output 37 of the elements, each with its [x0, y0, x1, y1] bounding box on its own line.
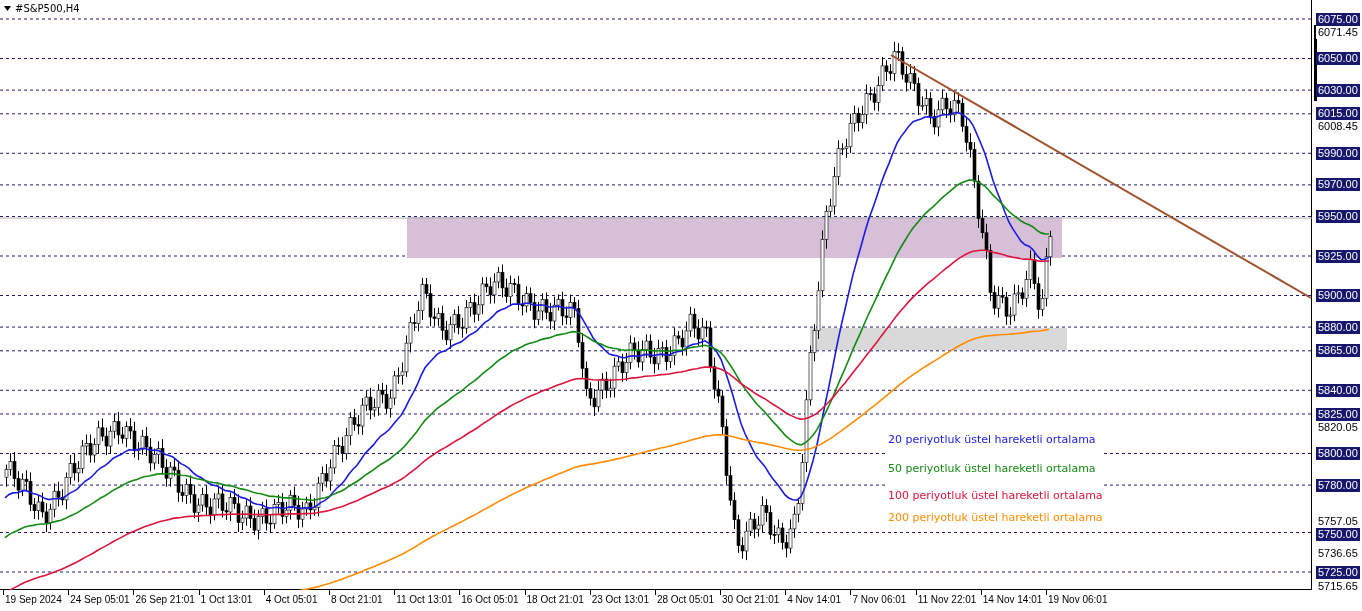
price-label: 5757.05: [1316, 514, 1360, 528]
price-label: 5880.00: [1316, 320, 1360, 334]
time-label: 24 Sep 05:01: [70, 594, 130, 605]
price-label: 5865.00: [1316, 344, 1360, 358]
time-label: 28 Oct 05:01: [656, 594, 715, 605]
time-label: 8 Oct 21:01: [330, 594, 383, 605]
time-label: 7 Nov 06:01: [852, 594, 907, 605]
price-label: 5840.00: [1316, 383, 1360, 397]
time-label: 26 Sep 21:01: [135, 594, 195, 605]
price-label: 5900.00: [1316, 289, 1360, 302]
price-label: 5990.00: [1316, 146, 1360, 160]
price-label: 6030.00: [1316, 83, 1360, 97]
price-label: 5950.00: [1316, 210, 1360, 223]
time-label: 23 Oct 13:01: [591, 594, 649, 605]
price-label: 5780.00: [1316, 478, 1360, 492]
time-label: 11 Nov 22:01: [917, 594, 977, 605]
time-label: 19 Nov 06:01: [1048, 594, 1108, 605]
symbol-title: #S&P500,H4: [15, 3, 80, 14]
legend-label: 50 periyotluk üstel hareketli ortalama: [888, 461, 1103, 488]
price-label: 5925.00: [1316, 249, 1360, 263]
price-label: 5970.00: [1316, 178, 1360, 192]
time-label: 19 Sep 2024: [5, 594, 62, 605]
time-label: 1 Oct 13:01: [200, 594, 253, 605]
time-label: 16 Oct 05:01: [461, 594, 519, 605]
time-label: 18 Oct 21:01: [526, 594, 584, 605]
price-label: 6015.00: [1316, 107, 1360, 121]
price-label: 5800.00: [1316, 447, 1360, 460]
price-label: 5725.00: [1316, 565, 1360, 579]
time-label: 14 Nov 14:01: [982, 594, 1043, 605]
time-label: 4 Nov 14:01: [787, 594, 842, 605]
price-label: 6050.00: [1316, 52, 1360, 65]
time-label: 4 Oct 05:01: [265, 594, 318, 605]
price-label: 5825.00: [1316, 407, 1360, 421]
dropdown-caret-icon[interactable]: [4, 6, 11, 11]
price-label: 6075.00: [1316, 12, 1360, 26]
time-label: 30 Oct 21:01: [722, 594, 780, 605]
time-label: 11 Oct 13:01: [396, 594, 453, 605]
